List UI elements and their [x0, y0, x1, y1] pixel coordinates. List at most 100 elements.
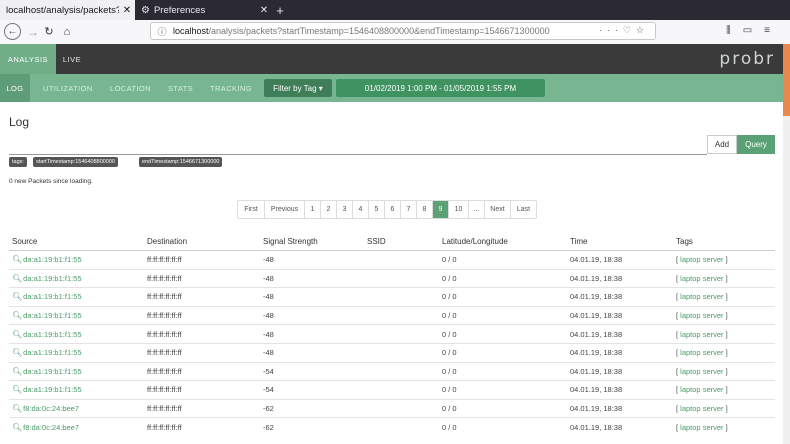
page-7[interactable]: 7	[400, 201, 416, 218]
page-first[interactable]: First	[238, 201, 264, 218]
source-link[interactable]: 🔍︎da:a1:19:b1:f1:55	[12, 348, 82, 357]
source-link[interactable]: 🔍︎da:a1:19:b1:f1:55	[12, 255, 82, 264]
page-5[interactable]: 5	[368, 201, 384, 218]
col-source[interactable]: Source	[9, 233, 144, 251]
source-cell[interactable]: 🔍︎f8:da:0c:24:bee7	[9, 417, 144, 436]
page-6[interactable]: 6	[384, 201, 400, 218]
source-link[interactable]: 🔍︎da:a1:19:b1:f1:55	[12, 292, 82, 301]
tag-cell: [ laptop server ]	[673, 324, 775, 344]
source-link[interactable]: 🔍︎da:a1:19:b1:f1:55	[12, 385, 82, 394]
time-cell: 04.01.19, 18:38	[567, 250, 673, 270]
subnav-tracking[interactable]: TRACKING	[210, 74, 252, 102]
tag-link[interactable]: laptop server	[680, 367, 723, 376]
tag-link[interactable]: laptop server	[680, 274, 723, 283]
source-link[interactable]: 🔍︎da:a1:19:b1:f1:55	[12, 367, 82, 376]
tag-chip[interactable]: startTimestamp:1546408800000	[33, 157, 118, 167]
query-button[interactable]: Query	[737, 135, 775, 154]
source-cell[interactable]: 🔍︎da:a1:19:b1:f1:55	[9, 342, 144, 363]
url-bar[interactable]: ⓘ localhost/analysis/packets?startTimest…	[150, 22, 656, 40]
source-link[interactable]: 🔍︎da:a1:19:b1:f1:55	[12, 330, 82, 339]
source-link[interactable]: 🔍︎f8:da:0c:24:bee7	[12, 404, 79, 413]
tab-preferences[interactable]: ⚙ Preferences ✕	[137, 0, 272, 20]
tab-live[interactable]: LIVE	[58, 44, 86, 74]
page-2[interactable]: 2	[320, 201, 336, 218]
signal-cell: -48	[260, 250, 364, 270]
browser-nav-bar: ← → ↻ ⌂ ⓘ localhost/analysis/packets?sta…	[0, 20, 790, 45]
subnav-utilization[interactable]: UTILIZATION	[43, 74, 93, 102]
tag-link[interactable]: laptop server	[680, 404, 723, 413]
table-row: 🔍︎da:a1:19:b1:f1:55 ff:ff:ff:ff:ff:ff -54 0…	[9, 380, 775, 400]
menu-icon[interactable]: ≡	[764, 25, 782, 36]
tag-link[interactable]: laptop server	[680, 311, 723, 320]
tag-cell: [ laptop server ]	[673, 398, 775, 418]
col-time[interactable]: Time	[567, 233, 673, 251]
tag-input-underline[interactable]	[9, 154, 707, 155]
page-10[interactable]: 10	[448, 201, 468, 218]
col-destination[interactable]: Destination	[144, 233, 260, 251]
tag-link[interactable]: laptop server	[680, 423, 723, 432]
source-link[interactable]: 🔍︎da:a1:19:b1:f1:55	[12, 311, 82, 320]
ssid-cell	[364, 268, 439, 288]
subnav-log[interactable]: LOG	[0, 74, 30, 102]
col-ssid[interactable]: SSID	[364, 233, 439, 251]
page-previous[interactable]: Previous	[264, 201, 304, 218]
pocket-icon[interactable]: ♡	[623, 25, 636, 35]
date-range-picker[interactable]: 01/02/2019 1:00 PM - 01/05/2019 1:55 PM	[336, 79, 545, 97]
source-cell[interactable]: 🔍︎da:a1:19:b1:f1:55	[9, 361, 144, 381]
page-4[interactable]: 4	[352, 201, 368, 218]
source-cell[interactable]: 🔍︎f8:da:0c:24:bee7	[9, 398, 144, 418]
tab-packets[interactable]: localhost/analysis/packets? ✕	[0, 0, 135, 20]
bookmark-star-icon[interactable]: ☆	[636, 25, 649, 35]
home-icon[interactable]: ⌂	[60, 23, 74, 40]
destination-cell: ff:ff:ff:ff:ff:ff	[144, 398, 260, 418]
search-icon: 🔍︎	[12, 366, 23, 376]
add-button[interactable]: Add	[707, 135, 737, 154]
page-9-current[interactable]: 9	[432, 201, 448, 218]
close-icon[interactable]: ✕	[119, 5, 135, 16]
more-icon[interactable]: ···	[599, 25, 623, 35]
forward-arrow-icon[interactable]: →	[26, 23, 40, 40]
ssid-cell	[364, 417, 439, 436]
sidebar-icon[interactable]: ▭	[743, 25, 764, 36]
subnav-location[interactable]: LOCATION	[110, 74, 151, 102]
table-row: 🔍︎da:a1:19:b1:f1:55 ff:ff:ff:ff:ff:ff -48 0…	[9, 324, 775, 344]
page-3[interactable]: 3	[336, 201, 352, 218]
subnav-stats[interactable]: STATS	[168, 74, 193, 102]
tag-link[interactable]: laptop server	[680, 292, 723, 301]
source-cell[interactable]: 🔍︎da:a1:19:b1:f1:55	[9, 287, 144, 307]
tag-link[interactable]: laptop server	[680, 330, 723, 339]
search-icon: 🔍︎	[12, 273, 23, 283]
new-tab-icon[interactable]: +	[272, 0, 288, 20]
time-cell: 04.01.19, 18:38	[567, 361, 673, 381]
reload-icon[interactable]: ↻	[42, 23, 56, 40]
col-tags[interactable]: Tags	[673, 233, 775, 251]
table-row: 🔍︎da:a1:19:b1:f1:55 ff:ff:ff:ff:ff:ff -48 0…	[9, 342, 775, 363]
tag-link[interactable]: laptop server	[680, 255, 723, 264]
source-cell[interactable]: 🔍︎da:a1:19:b1:f1:55	[9, 380, 144, 400]
page-1[interactable]: 1	[304, 201, 320, 218]
tab-analysis[interactable]: ANALYSIS	[0, 44, 56, 74]
tag-chip[interactable]: endTimestamp:1546671300000	[139, 157, 223, 167]
source-cell[interactable]: 🔍︎da:a1:19:b1:f1:55	[9, 305, 144, 325]
source-link[interactable]: 🔍︎f8:da:0c:24:bee7	[12, 423, 79, 432]
source-cell[interactable]: 🔍︎da:a1:19:b1:f1:55	[9, 268, 144, 288]
library-icon[interactable]: ⫼	[726, 25, 743, 36]
col-latlon[interactable]: Latitude/Longitude	[439, 233, 567, 251]
col-signal-strength[interactable]: Signal Strength	[260, 233, 364, 251]
tag-link[interactable]: laptop server	[680, 348, 723, 357]
latlon-cell: 0 / 0	[439, 305, 567, 325]
source-link[interactable]: 🔍︎da:a1:19:b1:f1:55	[12, 274, 82, 283]
destination-cell: ff:ff:ff:ff:ff:ff	[144, 250, 260, 270]
source-cell[interactable]: 🔍︎da:a1:19:b1:f1:55	[9, 250, 144, 270]
scrollbar-track[interactable]	[783, 116, 790, 444]
page-next[interactable]: Next	[484, 201, 510, 218]
close-icon[interactable]: ✕	[256, 5, 272, 16]
page-last[interactable]: Last	[510, 201, 536, 218]
tag-bracket: ]	[723, 255, 728, 265]
filter-by-tag-button[interactable]: Filter by Tag ▾	[264, 79, 332, 97]
page-8[interactable]: 8	[416, 201, 432, 218]
tag-link[interactable]: laptop server	[680, 385, 723, 394]
info-icon[interactable]: ⓘ	[155, 25, 169, 38]
source-cell[interactable]: 🔍︎da:a1:19:b1:f1:55	[9, 324, 144, 344]
back-arrow-icon[interactable]: ←	[4, 23, 21, 40]
